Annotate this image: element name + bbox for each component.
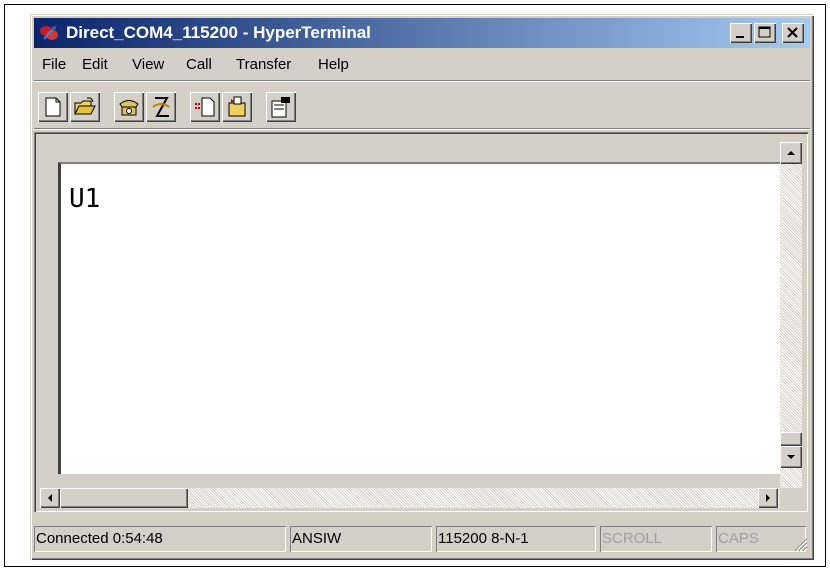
menu-view[interactable]: View <box>132 56 164 73</box>
toolbar <box>34 82 810 126</box>
toolbar-separator <box>34 128 810 130</box>
resize-grip-icon[interactable] <box>790 534 808 552</box>
status-connection: Connected 0:54:48 <box>34 526 286 552</box>
scroll-up-button[interactable] <box>780 142 802 164</box>
scroll-down-button[interactable] <box>780 446 802 468</box>
status-emulation: ANSIW <box>290 526 432 552</box>
status-port-settings: 115200 8-N-1 <box>436 526 596 552</box>
open-icon[interactable] <box>70 92 100 122</box>
terminal-screen[interactable]: U1 <box>58 162 780 474</box>
call-phone-icon[interactable] <box>114 92 144 122</box>
menu-file[interactable]: File <box>42 56 66 73</box>
menu-transfer[interactable]: Transfer <box>236 56 291 73</box>
receive-file-icon[interactable] <box>222 92 252 122</box>
new-connection-icon[interactable] <box>38 92 68 122</box>
menu-help[interactable]: Help <box>318 56 349 73</box>
disconnect-phone-icon[interactable] <box>146 92 176 122</box>
window-title: Direct_COM4_115200 - HyperTerminal <box>66 23 371 42</box>
scroll-left-button[interactable] <box>40 488 60 508</box>
vertical-scrollbar[interactable] <box>780 142 802 488</box>
menu-bar: File Edit View Call Transfer Help <box>34 50 810 78</box>
status-scroll-lock: SCROLL <box>600 526 712 552</box>
terminal-client-area: U1 <box>34 132 808 512</box>
terminal-output: U1 <box>69 184 101 214</box>
hyperterminal-window: Direct_COM4_115200 - HyperTerminal File … <box>30 14 814 560</box>
menu-call[interactable]: Call <box>186 56 212 73</box>
title-bar[interactable]: Direct_COM4_115200 - HyperTerminal <box>34 18 810 48</box>
close-button[interactable] <box>782 23 804 43</box>
maximize-button[interactable] <box>754 23 776 43</box>
properties-icon[interactable] <box>266 92 296 122</box>
horizontal-scroll-thumb[interactable] <box>60 488 188 508</box>
scroll-right-button[interactable] <box>758 488 778 508</box>
status-bar: Connected 0:54:48 ANSIW 115200 8-N-1 SCR… <box>34 522 810 554</box>
menu-edit[interactable]: Edit <box>82 56 108 73</box>
vertical-scroll-thumb[interactable] <box>780 432 802 446</box>
hyperterminal-app-icon <box>38 23 60 43</box>
horizontal-scrollbar[interactable] <box>40 488 780 508</box>
minimize-button[interactable] <box>730 23 752 43</box>
send-file-icon[interactable] <box>190 92 220 122</box>
